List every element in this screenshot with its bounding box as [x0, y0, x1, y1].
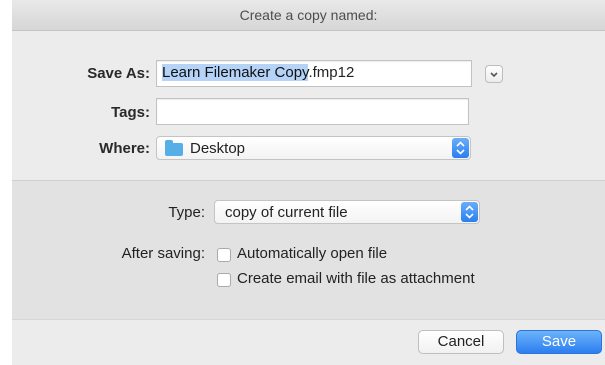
expand-dialog-button[interactable] [485, 65, 503, 83]
where-popup-arrows [452, 138, 469, 158]
save-as-label: Save As: [87, 65, 150, 82]
auto-open-checkbox[interactable] [217, 248, 231, 262]
filename-selected-text: Learn Filemaker Copy [162, 64, 309, 81]
folder-icon [165, 140, 183, 156]
type-popup-arrows [461, 202, 478, 222]
where-selected-value: Desktop [190, 140, 246, 157]
type-selected-value: copy of current file [225, 204, 348, 221]
where-label: Where: [99, 140, 150, 157]
auto-open-label: Automatically open file [237, 245, 388, 262]
up-down-arrows-icon [465, 205, 474, 219]
options-section: Type: copy of current file After saving:… [12, 180, 605, 320]
save-button[interactable]: Save [516, 330, 602, 354]
filename-extension-text: .fmp12 [308, 64, 355, 81]
tags-field[interactable] [156, 98, 469, 125]
dialog-title: Create a copy named: [239, 7, 378, 23]
type-popup[interactable]: copy of current file [214, 200, 480, 224]
up-down-arrows-icon [456, 141, 465, 155]
where-popup[interactable]: Desktop [156, 136, 471, 160]
chevron-down-icon [490, 72, 498, 78]
email-attachment-label: Create email with file as attachment [237, 270, 475, 287]
cancel-button[interactable]: Cancel [418, 330, 504, 354]
after-saving-label: After saving: [121, 245, 205, 262]
dialog-titlebar: Create a copy named: [12, 0, 605, 31]
save-copy-dialog: Create a copy named: Save As: Learn File… [12, 0, 605, 365]
email-attachment-checkbox[interactable] [217, 273, 231, 287]
tags-label: Tags: [111, 104, 150, 121]
type-label: Type: [168, 204, 205, 221]
save-as-field[interactable]: Learn Filemaker Copy.fmp12 [156, 60, 472, 87]
